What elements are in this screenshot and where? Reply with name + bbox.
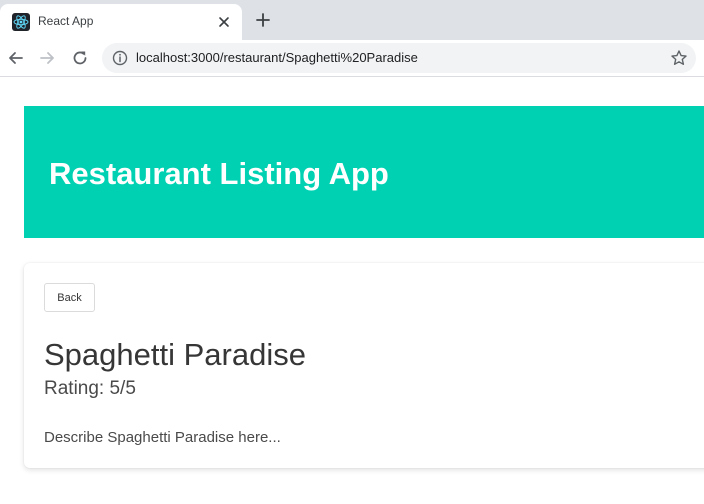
- tab-title: React App: [38, 14, 94, 28]
- browser-tabstrip: React App: [0, 0, 704, 40]
- plus-icon[interactable]: [254, 11, 272, 29]
- back-button[interactable]: Back: [44, 283, 95, 312]
- info-icon[interactable]: [112, 50, 128, 66]
- browser-toolbar: localhost:3000/restaurant/Spaghetti%20Pa…: [0, 40, 704, 77]
- arrow-left-icon[interactable]: [7, 49, 25, 67]
- address-url[interactable]: localhost:3000/restaurant/Spaghetti%20Pa…: [136, 50, 418, 65]
- restaurant-name: Spaghetti Paradise: [44, 337, 306, 372]
- close-icon[interactable]: [217, 15, 231, 29]
- reload-icon[interactable]: [71, 49, 89, 67]
- react-logo-icon: [12, 13, 30, 31]
- browser-tab[interactable]: React App: [0, 4, 242, 40]
- star-icon[interactable]: [670, 49, 688, 67]
- restaurant-description: Describe Spaghetti Paradise here...: [44, 429, 281, 446]
- restaurant-card: Back Spaghetti Paradise Rating: 5/5 Desc…: [24, 263, 704, 468]
- arrow-right-icon[interactable]: [38, 49, 56, 67]
- hero-banner: Restaurant Listing App: [24, 106, 704, 238]
- address-bar[interactable]: localhost:3000/restaurant/Spaghetti%20Pa…: [102, 43, 696, 73]
- page-viewport: Restaurant Listing App Back Spaghetti Pa…: [0, 77, 704, 504]
- restaurant-rating: Rating: 5/5: [44, 378, 136, 399]
- page-title: Restaurant Listing App: [49, 156, 389, 191]
